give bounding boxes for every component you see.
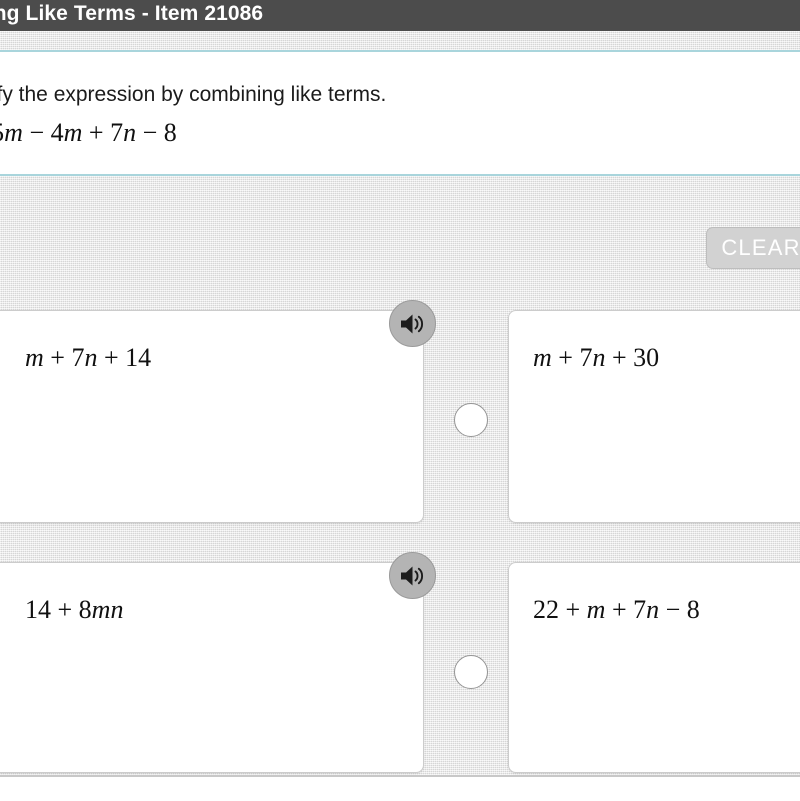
expression-text: + 5m − 4m + 7n − 8 [0,118,177,147]
page-root: bining Like Terms - Item 21086 mplify th… [0,0,800,801]
radio-button-row-1[interactable] [454,403,488,437]
answer-option-b-text: m + 7n + 30 [533,343,660,372]
header-bar: bining Like Terms - Item 21086 [0,0,800,31]
question-expression: + 5m − 4m + 7n − 8 [0,118,177,148]
bottom-strip [0,777,800,801]
answer-option-d[interactable]: 22 + m + 7n − 8 [508,562,800,773]
speaker-icon-row-2[interactable] [389,552,436,599]
header-texture-strip [0,31,800,50]
clear-button[interactable]: CLEAR [706,227,800,269]
radio-button-row-2[interactable] [454,655,488,689]
answer-option-d-text: 22 + m + 7n − 8 [533,595,700,624]
answer-option-a[interactable]: m + 7n + 14 [0,310,424,523]
speaker-icon [401,566,424,586]
answer-option-b[interactable]: m + 7n + 30 [508,310,800,523]
speaker-icon [401,314,424,334]
answer-option-c[interactable]: 14 + 8mn [0,562,424,773]
answer-option-c-text: 14 + 8mn [25,595,124,624]
answer-option-a-text: m + 7n + 14 [25,343,152,372]
page-title: bining Like Terms - Item 21086 [0,2,264,25]
speaker-icon-row-1[interactable] [389,300,436,347]
question-panel: mplify the expression by combining like … [0,52,800,174]
question-prompt: mplify the expression by combining like … [0,83,387,106]
